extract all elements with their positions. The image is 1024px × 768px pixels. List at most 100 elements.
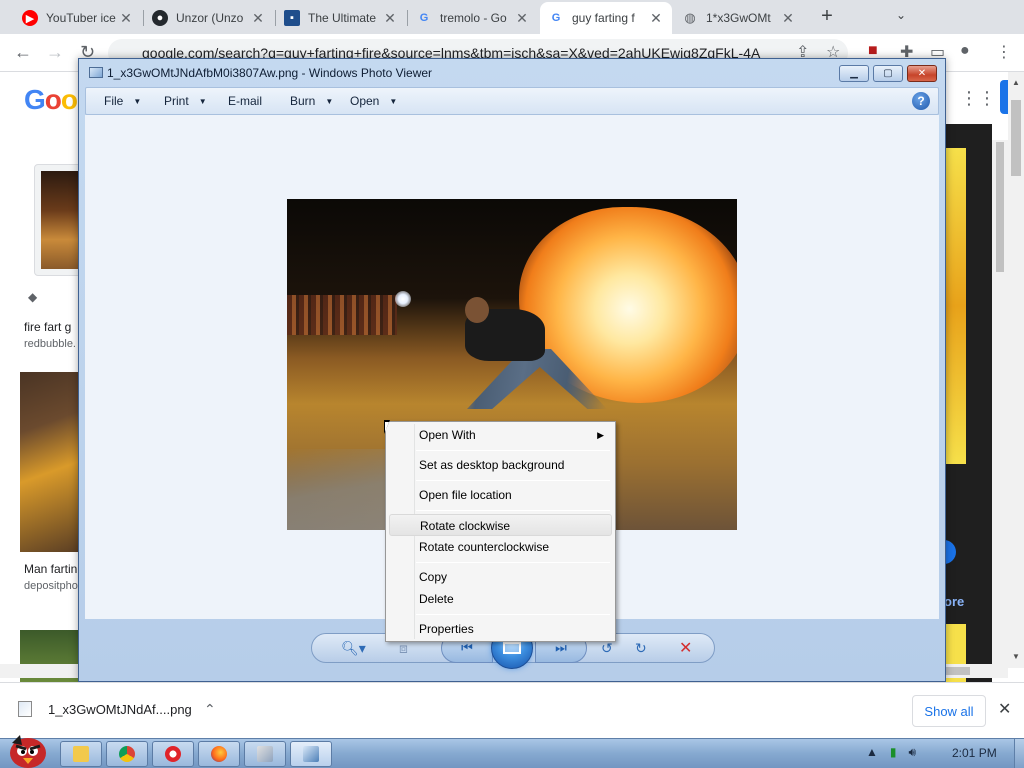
menu-delete[interactable]: Delete — [389, 588, 612, 610]
tab-title: guy farting f — [572, 11, 635, 25]
menu-rotate-clockwise[interactable]: Rotate clockwise — [389, 514, 612, 536]
show-desktop-button[interactable] — [1014, 739, 1024, 768]
back-arrow-icon[interactable]: ← — [14, 42, 32, 63]
menu-open-file-location[interactable]: Open file location — [389, 484, 612, 506]
tab-title: YouTuber ice — [46, 11, 116, 25]
new-tab-icon[interactable]: + — [816, 6, 838, 28]
menu-copy[interactable]: Copy — [389, 566, 612, 588]
tab-unzor[interactable]: ● Unzor (Unzo ✕ — [144, 2, 274, 34]
dropdown-arrow-icon: ▼ — [198, 97, 207, 107]
paint-icon — [257, 746, 273, 762]
tab-tremolo[interactable]: G tremolo - Go ✕ — [408, 2, 538, 34]
taskbar-opera[interactable] — [152, 741, 194, 767]
menu-print[interactable]: Print ▼ — [164, 94, 207, 108]
volume-icon[interactable]: 🔊︎ — [909, 745, 917, 760]
menu-properties[interactable]: Properties — [389, 618, 612, 640]
profile-avatar-icon[interactable]: ● — [960, 42, 970, 60]
zoom-magnifier-icon[interactable]: 🔍︎▾ — [341, 639, 366, 657]
close-icon[interactable]: ✕ — [382, 10, 398, 27]
dropdown-arrow-icon: ▼ — [133, 97, 142, 107]
scroll-up-icon[interactable]: ▲ — [1012, 78, 1020, 87]
taskbar-photo-viewer[interactable] — [290, 741, 332, 767]
photo-viewer-icon — [303, 746, 319, 762]
close-icon[interactable]: ✕ — [118, 10, 134, 27]
start-button[interactable] — [4, 731, 50, 768]
youtube-icon: ▶ — [22, 10, 38, 26]
google-logo[interactable]: Goo — [24, 84, 78, 116]
taskbar-firefox[interactable] — [198, 741, 240, 767]
result-thumbnail[interactable] — [34, 164, 84, 276]
close-icon[interactable]: ✕ — [780, 10, 796, 27]
help-icon[interactable]: ? — [912, 92, 930, 110]
window-title-bar[interactable]: 1_x3GwOMtJNdAfbM0i3807Aw.png - Windows P… — [79, 59, 945, 87]
site-icon: ▪ — [284, 10, 300, 26]
result-title[interactable]: fire fart g — [24, 320, 71, 334]
next-arrow-icon: ⏭ — [555, 640, 567, 655]
slideshow-screen-icon — [503, 642, 521, 654]
previous-arrow-icon: ⏮ — [461, 640, 473, 655]
menu-open-with[interactable]: Open With ▶ — [389, 424, 612, 446]
menu-open[interactable]: Open ▼ — [350, 94, 397, 108]
result-source: depositpho — [24, 580, 78, 592]
menu-set-desktop-background[interactable]: Set as desktop background — [389, 454, 612, 476]
close-icon[interactable]: ✕ — [250, 10, 266, 27]
taskbar-explorer[interactable] — [60, 741, 102, 767]
image-file-icon — [18, 701, 32, 717]
menu-rotate-counterclockwise[interactable]: Rotate counterclockwise — [389, 536, 612, 558]
menu-file[interactable]: File ▼ — [104, 94, 141, 108]
tab-x3gwomt[interactable]: ◍ 1*x3GwOMt ✕ — [674, 2, 804, 34]
tab-title: tremolo - Go — [440, 11, 507, 25]
rotate-clockwise-icon[interactable]: ↻ — [635, 639, 647, 657]
mouse-cursor-icon — [384, 420, 390, 434]
taskbar-paint[interactable] — [244, 741, 286, 767]
google-icon: G — [419, 12, 429, 24]
viewer-menu-bar: File ▼ Print ▼ E-mail Burn ▼ Open ▼ ? — [85, 87, 939, 115]
tab-title: 1*x3GwOMt — [706, 11, 771, 25]
close-icon[interactable]: ✕ — [514, 10, 530, 27]
github-icon: ● — [152, 10, 168, 26]
tab-youtuber[interactable]: ▶ YouTuber ice ✕ — [14, 2, 142, 34]
chevron-up-icon[interactable]: ⌃ — [204, 701, 216, 718]
globe-icon: ◍ — [684, 10, 696, 25]
show-hidden-icons-icon[interactable]: ▲ — [866, 745, 878, 760]
downloads-bar: 1_x3GwOMtJNdAf....png ⌃ Show all ✕ — [0, 682, 1024, 738]
browser-tab-strip: ▶ YouTuber ice ✕ ● Unzor (Unzo ✕ ▪ The U… — [0, 0, 1024, 34]
forward-arrow-icon[interactable]: → — [46, 42, 64, 63]
preview-image[interactable] — [946, 148, 966, 464]
tab-search-chevron-icon[interactable]: ⌄ — [896, 8, 906, 22]
folder-icon — [73, 746, 89, 762]
download-item[interactable]: 1_x3GwOMtJNdAf....png — [18, 701, 192, 717]
minimize-button[interactable]: ▁ — [839, 65, 869, 82]
context-menu: Open With ▶ Set as desktop background Ope… — [385, 421, 616, 642]
show-all-button[interactable]: Show all — [912, 695, 986, 727]
dropdown-arrow-icon: ▼ — [389, 97, 398, 107]
result-source: redbubble. — [24, 338, 76, 350]
tab-guy-farting[interactable]: G guy farting f ✕ — [540, 2, 672, 34]
close-icon[interactable]: ✕ — [998, 699, 1011, 719]
close-icon[interactable]: ✕ — [648, 10, 664, 27]
menu-dots-icon[interactable]: ⋮ — [996, 42, 1012, 62]
tab-title: The Ultimate — [308, 11, 377, 25]
dropdown-arrow-icon: ▼ — [325, 97, 334, 107]
page-scrollbar[interactable]: ▲ ▼ — [1008, 72, 1024, 668]
tab-the-ultimate[interactable]: ▪ The Ultimate ✕ — [276, 2, 406, 34]
more-link[interactable]: ore — [944, 594, 964, 609]
maximize-button[interactable]: ▢ — [873, 65, 903, 82]
scroll-down-icon[interactable]: ▼ — [1012, 652, 1020, 661]
menu-email[interactable]: E-mail — [228, 94, 262, 108]
panel-scrollbar[interactable] — [992, 140, 1008, 668]
delete-icon[interactable]: ✕ — [679, 639, 692, 657]
result-title[interactable]: Man fartin — [24, 562, 77, 576]
tab-title: Unzor (Unzo — [176, 11, 244, 25]
download-filename: 1_x3GwOMtJNdAf....png — [48, 701, 192, 717]
opera-icon — [165, 746, 181, 762]
taskbar-clock[interactable]: 2:01 PM — [952, 746, 997, 760]
result-thumbnail[interactable] — [20, 372, 80, 552]
battery-icon[interactable]: ▮ — [890, 745, 897, 760]
menu-burn[interactable]: Burn ▼ — [290, 94, 333, 108]
windows-taskbar: ▲ ▮ 🔊︎ 2:01 PM — [0, 735, 1024, 768]
taskbar-chrome[interactable] — [106, 741, 148, 767]
firefox-icon — [211, 746, 227, 762]
submenu-arrow-icon: ▶ — [597, 430, 604, 440]
close-window-button[interactable]: ✕ — [907, 65, 937, 82]
